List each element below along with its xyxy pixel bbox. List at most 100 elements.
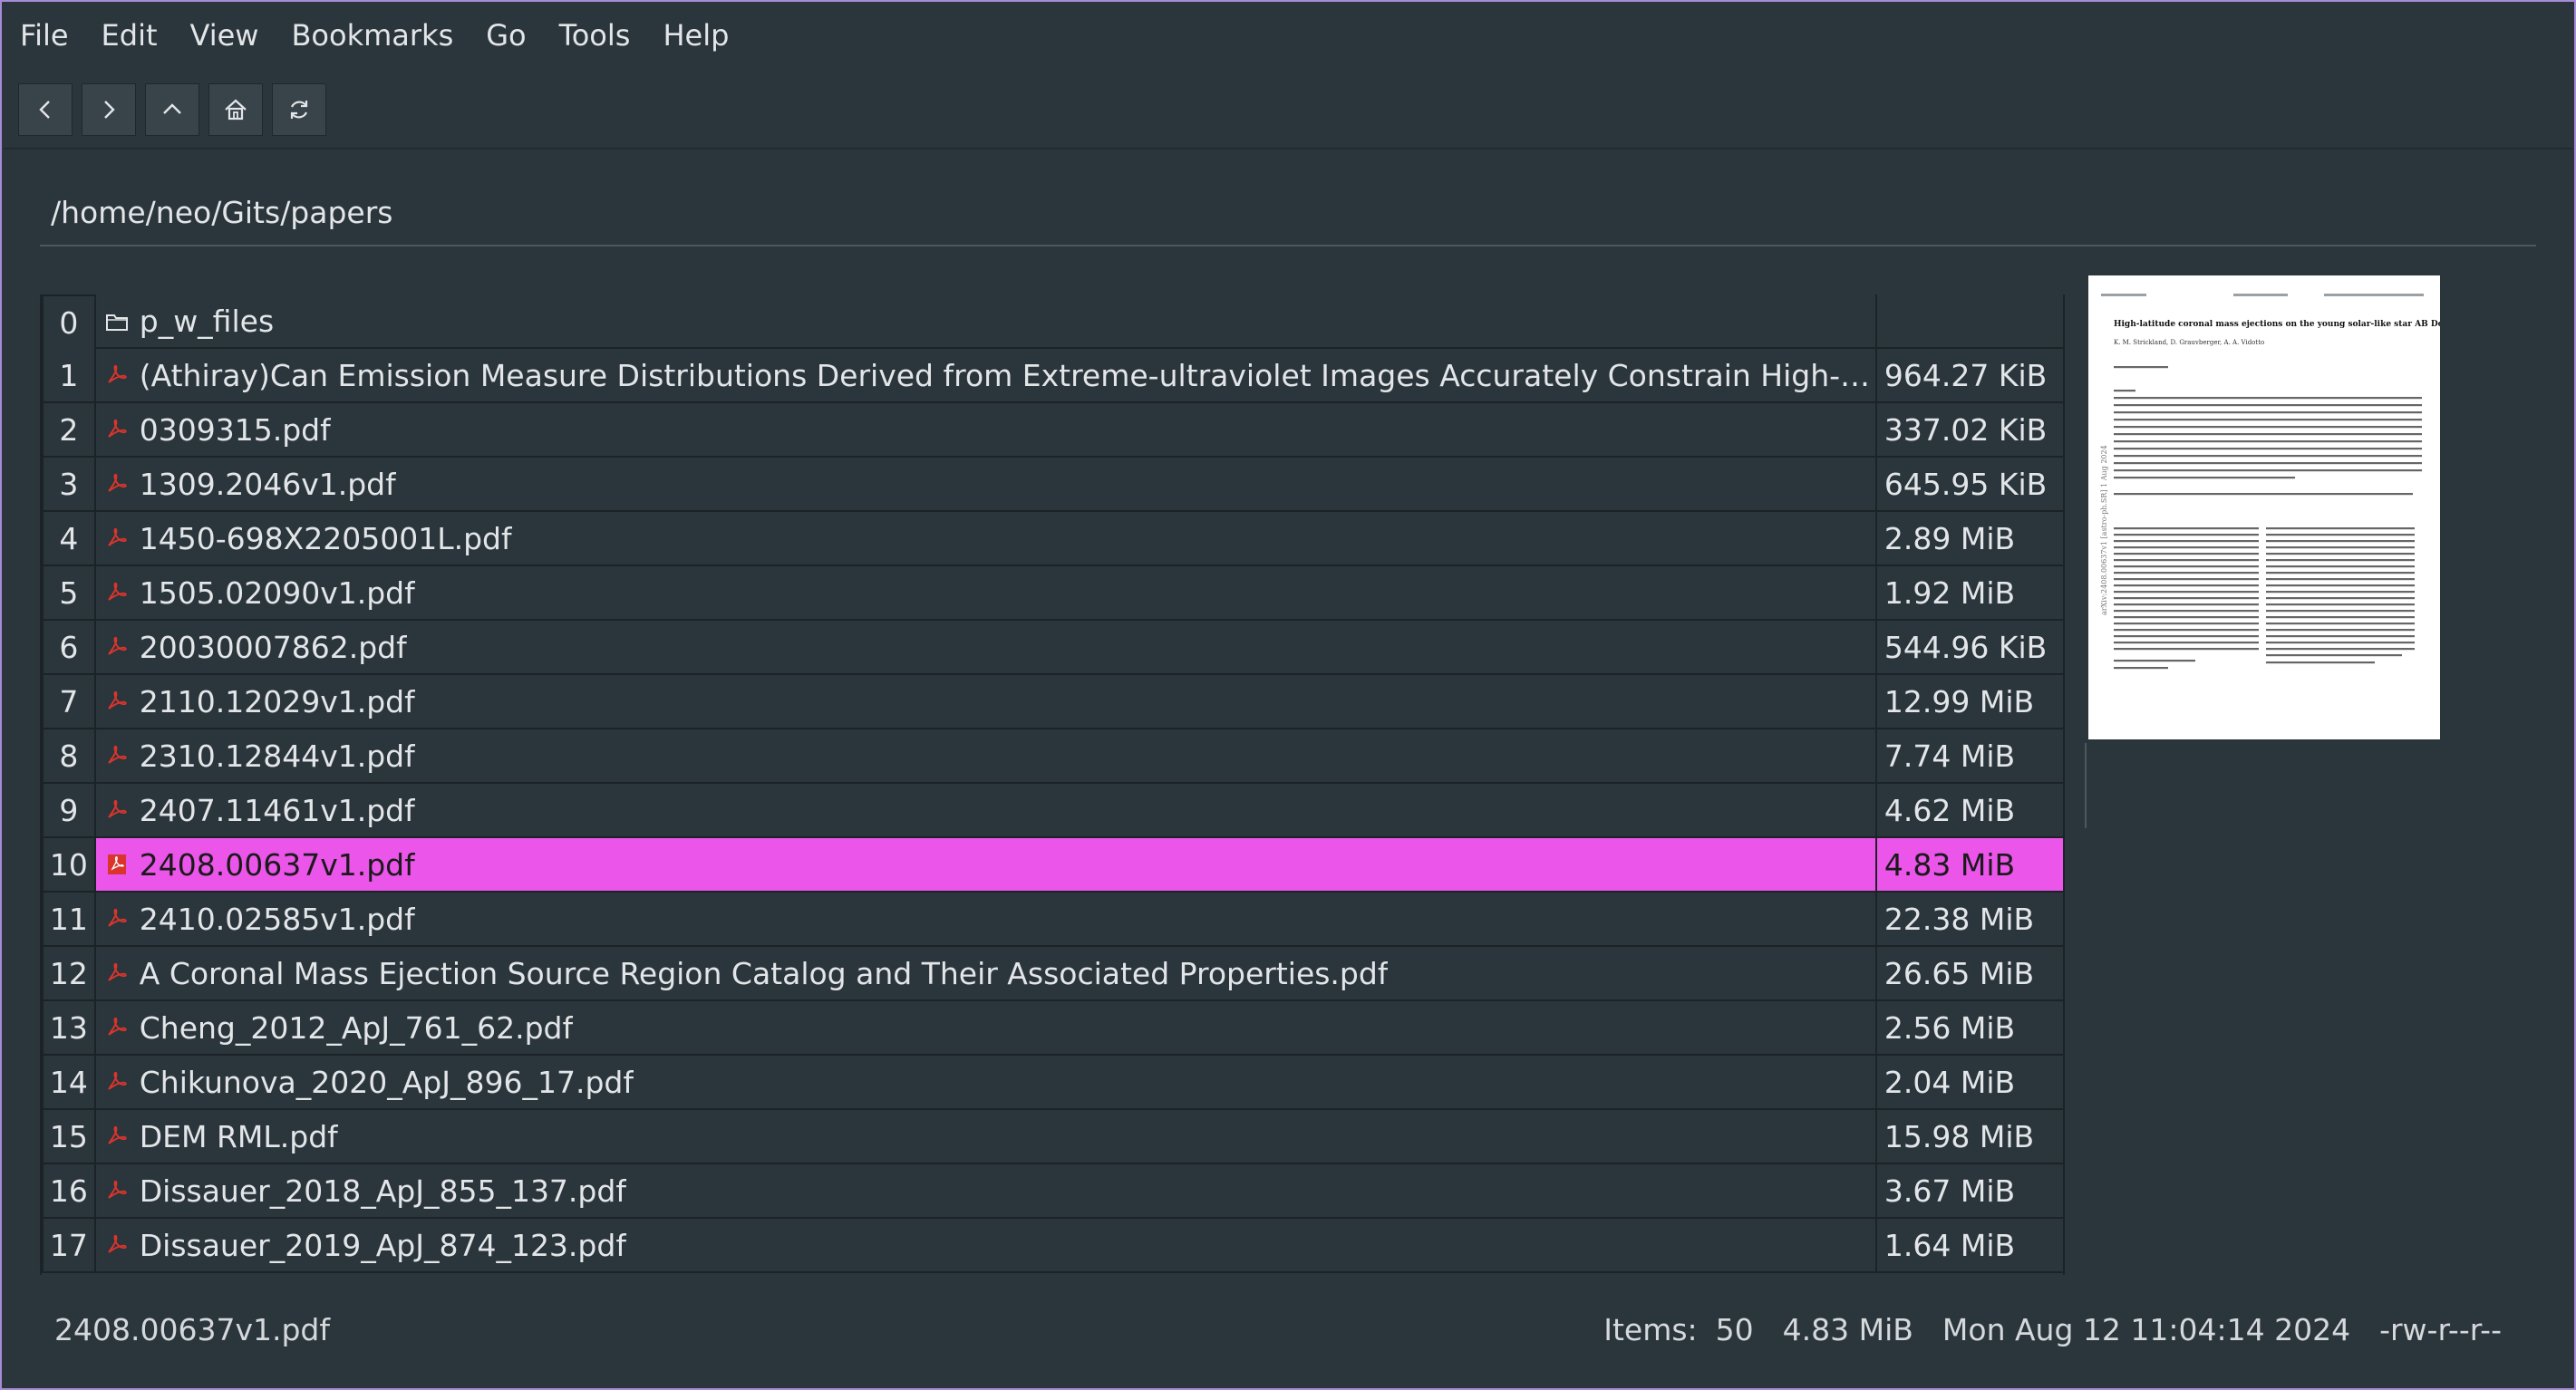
- file-row[interactable]: 5 1505.02090v1.pdf 1.92 MiB: [42, 566, 2063, 621]
- file-name: 2310.12844v1.pdf: [139, 738, 415, 774]
- status-items-count: 50: [1715, 1312, 1754, 1347]
- file-name-cell[interactable]: 2310.12844v1.pdf: [95, 729, 1875, 784]
- file-name: 2110.12029v1.pdf: [139, 683, 415, 719]
- pdf-icon: [105, 961, 129, 985]
- file-name-cell[interactable]: 20030007862.pdf: [95, 621, 1875, 675]
- pdf-icon: [105, 1179, 129, 1202]
- pdf-preview-page: High-latitude coronal mass ejections on …: [2088, 275, 2448, 739]
- file-name-cell[interactable]: (Athiray)Can Emission Measure Distributi…: [95, 349, 1875, 403]
- file-name-cell[interactable]: Cheng_2012_ApJ_761_62.pdf: [95, 1001, 1875, 1056]
- pdf-icon: [105, 363, 129, 387]
- toolbar: [18, 83, 326, 136]
- row-index: 17: [42, 1219, 96, 1273]
- menu-view[interactable]: View: [174, 0, 276, 71]
- file-row[interactable]: 12 A Coronal Mass Ejection Source Region …: [42, 947, 2063, 1001]
- row-index: 14: [42, 1056, 96, 1110]
- file-row[interactable]: 9 2407.11461v1.pdf 4.62 MiB: [42, 784, 2063, 838]
- file-row[interactable]: 1 (Athiray)Can Emission Measure Distribut…: [42, 349, 2063, 403]
- file-size: 2.56 MiB: [1874, 1001, 2063, 1056]
- row-index: 1: [42, 349, 96, 403]
- file-size: [1874, 294, 2063, 349]
- pdf-icon: [105, 907, 129, 931]
- file-row[interactable]: 11 2410.02585v1.pdf 22.38 MiB: [42, 893, 2063, 947]
- file-size: 15.98 MiB: [1874, 1110, 2063, 1164]
- file-row[interactable]: 17 Dissauer_2019_ApJ_874_123.pdf 1.64 MiB: [42, 1219, 2063, 1273]
- file-name: 1505.02090v1.pdf: [139, 574, 415, 611]
- file-name-cell[interactable]: 1309.2046v1.pdf: [95, 458, 1875, 512]
- file-name-cell[interactable]: Chikunova_2020_ApJ_896_17.pdf: [95, 1056, 1875, 1110]
- file-name: p_w_files: [139, 303, 275, 339]
- refresh-button[interactable]: [272, 83, 326, 136]
- status-bar: Items: 50 4.83 MiB Mon Aug 12 11:04:14 2…: [1603, 1312, 2502, 1347]
- file-name-cell[interactable]: Dissauer_2018_ApJ_855_137.pdf: [95, 1164, 1875, 1219]
- file-row[interactable]: 8 2310.12844v1.pdf 7.74 MiB: [42, 729, 2063, 784]
- file-size: 22.38 MiB: [1874, 893, 2063, 947]
- file-size: 337.02 KiB: [1874, 403, 2063, 458]
- path-underline: [40, 245, 2536, 246]
- file-name-cell[interactable]: DEM RML.pdf: [95, 1110, 1875, 1164]
- status-size: 4.83 MiB: [1782, 1312, 1913, 1347]
- row-index: 3: [42, 458, 96, 512]
- file-row[interactable]: 10 2408.00637v1.pdf 4.83 MiB: [42, 838, 2063, 893]
- home-button[interactable]: [208, 83, 263, 136]
- file-row[interactable]: 16 Dissauer_2018_ApJ_855_137.pdf 3.67 MiB: [42, 1164, 2063, 1219]
- file-list: 0 p_w_files 1 (Athiray)Can Emission Measure…: [40, 294, 2065, 1275]
- file-size: 2.04 MiB: [1874, 1056, 2063, 1110]
- file-name-cell[interactable]: 0309315.pdf: [95, 403, 1875, 458]
- file-name: 20030007862.pdf: [139, 629, 407, 665]
- status-permissions: -rw-r--r--: [2379, 1312, 2502, 1347]
- file-name-cell[interactable]: 2408.00637v1.pdf: [95, 838, 1875, 893]
- file-row[interactable]: 3 1309.2046v1.pdf 645.95 KiB: [42, 458, 2063, 512]
- file-name: (Athiray)Can Emission Measure Distributi…: [139, 357, 1875, 393]
- status-selected-name: 2408.00637v1.pdf: [54, 1312, 330, 1347]
- menu-go[interactable]: Go: [470, 0, 542, 71]
- menu-file[interactable]: File: [4, 0, 85, 71]
- file-name-cell[interactable]: 1505.02090v1.pdf: [95, 566, 1875, 621]
- forward-button[interactable]: [82, 83, 136, 136]
- menu-edit[interactable]: Edit: [85, 0, 174, 71]
- file-name-cell[interactable]: A Coronal Mass Ejection Source Region Ca…: [95, 947, 1875, 1001]
- back-icon: [39, 101, 50, 119]
- menu-bookmarks[interactable]: Bookmarks: [275, 0, 470, 71]
- folder-row[interactable]: 0 p_w_files: [42, 294, 2063, 351]
- row-index: 16: [42, 1164, 96, 1219]
- file-row[interactable]: 4 1450-698X2205001L.pdf 2.89 MiB: [42, 512, 2063, 566]
- file-row[interactable]: 6 20030007862.pdf 544.96 KiB: [42, 621, 2063, 675]
- file-row[interactable]: 13 Cheng_2012_ApJ_761_62.pdf 2.56 MiB: [42, 1001, 2063, 1056]
- menu-tools[interactable]: Tools: [543, 0, 647, 71]
- path-bar[interactable]: /home/neo/Gits/papers: [51, 195, 393, 230]
- pdf-icon: [105, 690, 129, 713]
- menu-bar: File Edit View Bookmarks Go Tools Help: [4, 0, 745, 71]
- file-row[interactable]: 2 0309315.pdf 337.02 KiB: [42, 403, 2063, 458]
- folder-icon: [105, 309, 129, 333]
- menu-help[interactable]: Help: [646, 0, 745, 71]
- preview-side-text: arXiv:2408.00637v1 [astro-ph.SR] 1 Aug 2…: [2100, 445, 2108, 615]
- forward-icon: [104, 101, 115, 119]
- row-index: 10: [42, 838, 96, 893]
- file-name-cell[interactable]: 1450-698X2205001L.pdf: [95, 512, 1875, 566]
- back-button[interactable]: [18, 83, 73, 136]
- file-name: 0309315.pdf: [139, 411, 331, 448]
- file-name-cell[interactable]: 2410.02585v1.pdf: [95, 893, 1875, 947]
- file-row[interactable]: 14 Chikunova_2020_ApJ_896_17.pdf 2.04 MiB: [42, 1056, 2063, 1110]
- file-name-cell[interactable]: p_w_files: [95, 294, 1875, 349]
- pdf-icon: [105, 526, 129, 550]
- file-name-cell[interactable]: Dissauer_2019_ApJ_874_123.pdf: [95, 1219, 1875, 1273]
- home-icon: [225, 99, 247, 121]
- file-preview: High-latitude coronal mass ejections on …: [2088, 275, 2448, 739]
- file-name-cell[interactable]: 2110.12029v1.pdf: [95, 675, 1875, 729]
- file-size: 2.89 MiB: [1874, 512, 2063, 566]
- file-name: Cheng_2012_ApJ_761_62.pdf: [139, 1009, 574, 1046]
- file-name-cell[interactable]: 2407.11461v1.pdf: [95, 784, 1875, 838]
- up-button[interactable]: [145, 83, 199, 136]
- file-name: Dissauer_2018_ApJ_855_137.pdf: [139, 1173, 626, 1209]
- file-row[interactable]: 7 2110.12029v1.pdf 12.99 MiB: [42, 675, 2063, 729]
- file-name: DEM RML.pdf: [139, 1118, 338, 1154]
- file-size: 964.27 KiB: [1874, 349, 2063, 403]
- status-modified: Mon Aug 12 11:04:14 2024: [1942, 1312, 2351, 1347]
- file-row[interactable]: 15 DEM RML.pdf 15.98 MiB: [42, 1110, 2063, 1164]
- preview-scrollbar[interactable]: [2085, 743, 2087, 828]
- file-size: 4.62 MiB: [1874, 784, 2063, 838]
- preview-authors: K. M. Strickland, D. Grauvberger, A. A. …: [2114, 339, 2264, 346]
- row-index: 6: [42, 621, 96, 675]
